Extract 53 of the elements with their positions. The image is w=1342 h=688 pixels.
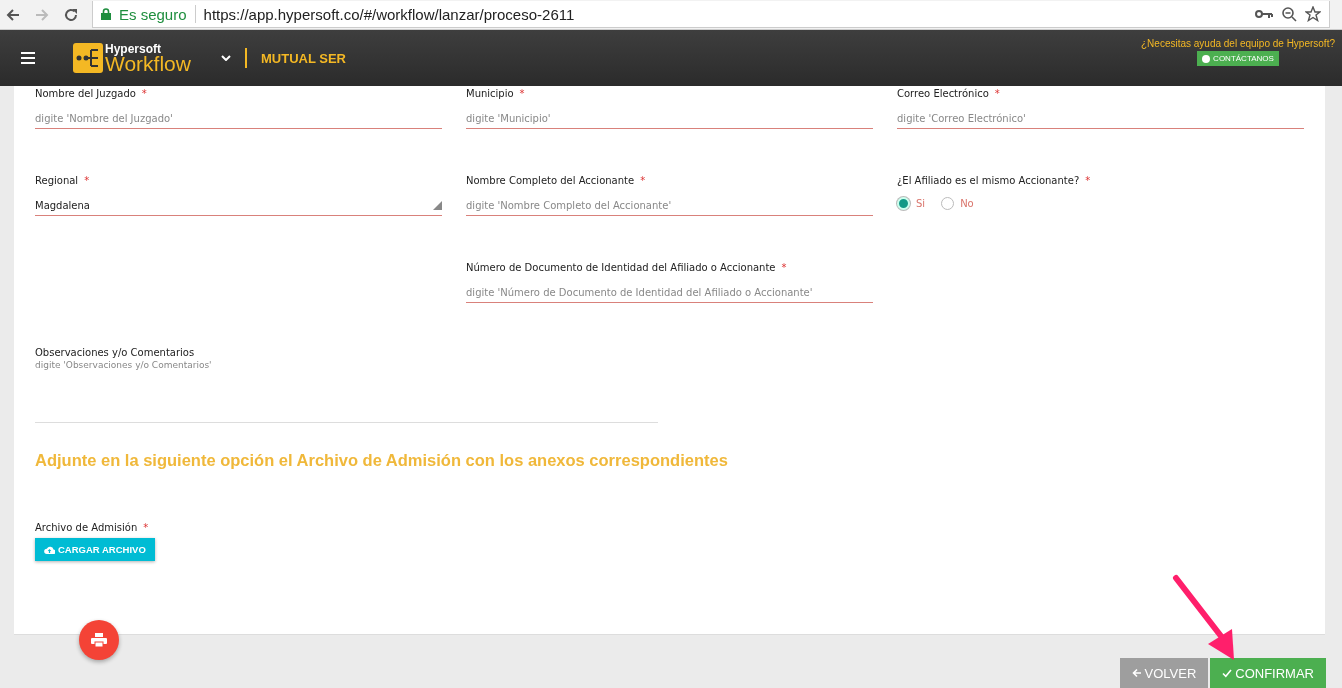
text-input[interactable]: digite 'Municipio'	[466, 109, 873, 129]
lock-icon	[101, 8, 111, 20]
dropdown-triangle-icon	[433, 201, 442, 210]
confirm-button[interactable]: CONFIRMAR	[1210, 658, 1326, 688]
radio-option[interactable]: No	[941, 197, 974, 210]
radio-option[interactable]: Si	[897, 197, 926, 210]
field-label: Nombre Completo del Accionante *	[466, 174, 647, 188]
field-label: Archivo de Admisión *	[35, 521, 150, 535]
field-label: Nombre del Juzgado *	[35, 87, 148, 101]
required-asterisk: *	[640, 175, 646, 186]
section-heading: Adjunte en la siguiente opción el Archivo de Admisión con los anexos correspondientes	[35, 451, 729, 471]
printer-icon	[91, 633, 107, 647]
workflow-logo-icon	[73, 43, 103, 73]
required-asterisk: *	[141, 88, 147, 99]
radio-label: No	[960, 198, 974, 209]
back-arrow-icon[interactable]	[5, 6, 21, 23]
help-text: ¿Necesitas ayuda del equipo de Hypersoft?	[1141, 38, 1335, 49]
field-label: Municipio *	[466, 87, 526, 101]
required-asterisk: *	[143, 522, 149, 533]
cloud-upload-icon	[44, 545, 55, 554]
radio-label: Si	[916, 198, 926, 209]
required-asterisk: *	[1085, 175, 1091, 186]
bookmark-star-icon[interactable]	[1305, 6, 1321, 22]
field-label: Correo Electrónico *	[897, 87, 1001, 101]
contact-button[interactable]: CONTÁCTANOS	[1197, 51, 1279, 66]
address-bar[interactable]: Es seguro https://app.hypersoft.co/#/workflow/lanzar/proceso-2611	[92, 1, 1330, 28]
arrow-left-icon	[1131, 668, 1142, 678]
url-text: https://app.hypersoft.co/#/workflow/lanzar/proceso-2611	[203, 5, 575, 23]
help-circle-icon	[1202, 54, 1211, 63]
key-icon[interactable]	[1255, 9, 1273, 19]
required-asterisk: *	[84, 175, 90, 186]
checkmark-icon	[1222, 668, 1233, 678]
text-input[interactable]: digite 'Número de Documento de Identidad del Afiliado o Accionante'	[466, 283, 873, 303]
upload-button[interactable]: CARGAR ARCHIVO	[35, 538, 155, 561]
security-label: Es seguro	[119, 5, 187, 23]
field-label: Número de Documento de Identidad del Afiliado o Accionante *	[466, 261, 788, 275]
chevron-down-icon[interactable]	[220, 55, 231, 61]
field-label: ¿El Afiliado es el mismo Accionante? *	[897, 174, 1092, 188]
company-name: MUTUAL SER	[260, 50, 346, 66]
dropdown[interactable]: Magdalena	[35, 196, 442, 216]
text-input[interactable]: digite 'Nombre del Juzgado'	[35, 109, 442, 129]
required-asterisk: *	[781, 262, 787, 273]
reload-icon[interactable]	[63, 6, 79, 23]
back-button[interactable]: VOLVER	[1119, 658, 1209, 688]
required-asterisk: *	[994, 88, 1000, 99]
text-input[interactable]: digite 'Correo Electrónico'	[897, 109, 1304, 129]
zoom-out-icon[interactable]	[1281, 6, 1297, 22]
required-asterisk: *	[519, 88, 525, 99]
field-label: Regional *	[35, 174, 91, 188]
print-button[interactable]	[79, 620, 119, 660]
text-input[interactable]: digite 'Nombre Completo del Accionante'	[466, 196, 873, 216]
field-label: Observaciones y/o Comentarios	[35, 346, 196, 360]
menu-icon[interactable]	[21, 52, 35, 64]
